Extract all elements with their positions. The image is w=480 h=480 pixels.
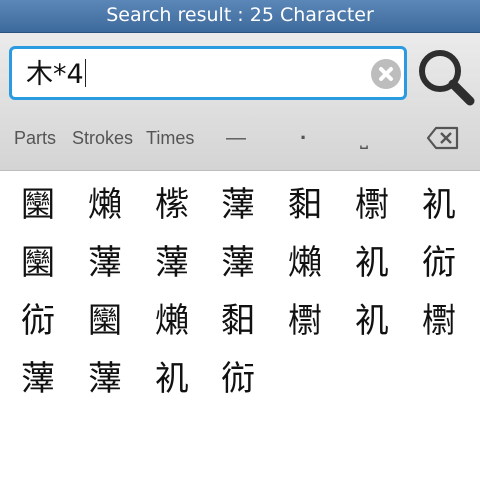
result-character[interactable]: 㸊	[75, 179, 135, 231]
result-character[interactable]: 䘛	[342, 295, 402, 347]
clear-icon[interactable]	[371, 59, 401, 89]
result-character[interactable]: 䘕	[208, 353, 268, 405]
times-button[interactable]: Times	[146, 121, 194, 155]
result-character[interactable]: 䕪	[208, 237, 268, 289]
result-character[interactable]: 圞	[75, 295, 135, 347]
search-panel: 木*4 Parts Strokes Times — · ⎵	[0, 33, 480, 171]
strokes-button[interactable]: Strokes	[72, 121, 133, 155]
search-input-text: 木*4	[26, 59, 84, 90]
result-character[interactable]: 㯹	[342, 179, 402, 231]
result-character[interactable]: 䕪	[208, 179, 268, 231]
result-character[interactable]: 䕪	[75, 237, 135, 289]
result-character[interactable]: 㯹	[275, 295, 335, 347]
search-input[interactable]: 木*4	[9, 46, 407, 100]
result-character[interactable]: 䘛	[342, 237, 402, 289]
title-bar: Search result : 25 Character	[0, 0, 480, 33]
input-toolbar: Parts Strokes Times — · ⎵	[0, 121, 480, 155]
result-character[interactable]: 圞	[8, 237, 68, 289]
result-character[interactable]: 䘕	[409, 237, 469, 289]
result-character[interactable]: 䘛	[142, 353, 202, 405]
space-button[interactable]: ⎵	[360, 121, 368, 155]
parts-button[interactable]: Parts	[14, 121, 56, 155]
search-icon[interactable]	[416, 47, 476, 107]
results-grid: 圞㸊橴䕪䵒㯹䘛圞䕪䕪䕪㸊䘛䘕䘕圞㸊䵒㯹䘛㯹䕪䕪䘛䘕	[0, 171, 480, 480]
result-character[interactable]: 䕪	[142, 237, 202, 289]
result-character[interactable]: 㸊	[142, 295, 202, 347]
result-character[interactable]: 䘕	[8, 295, 68, 347]
result-character[interactable]: 㸊	[275, 237, 335, 289]
text-caret	[84, 59, 87, 87]
dot-button[interactable]: ·	[300, 121, 307, 155]
dash-button[interactable]: —	[226, 121, 246, 155]
page-title: Search result : 25 Character	[106, 4, 374, 26]
backspace-icon[interactable]	[426, 126, 460, 150]
result-character[interactable]: 橴	[142, 179, 202, 231]
result-character[interactable]: 䵒	[208, 295, 268, 347]
result-character[interactable]: 䕪	[75, 353, 135, 405]
result-character[interactable]: 㯹	[409, 295, 469, 347]
result-character[interactable]: 圞	[8, 179, 68, 231]
result-character[interactable]: 䕪	[8, 353, 68, 405]
result-character[interactable]: 䵒	[275, 179, 335, 231]
result-character[interactable]: 䘛	[409, 179, 469, 231]
